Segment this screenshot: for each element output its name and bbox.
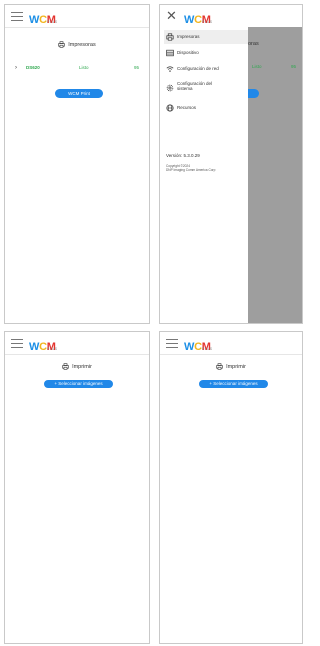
printer-list-item[interactable]: › DS620 Listo 95 <box>13 64 143 74</box>
top-bar: WCM PLUS <box>160 332 302 355</box>
top-bar: WCM PLUS <box>5 332 149 355</box>
printer-icon <box>62 363 69 370</box>
drawer-item-label: Recursos <box>177 105 197 110</box>
printers-screen: WCM PLUS Impresoras › DS620 Listo 95 WCM… <box>4 4 150 324</box>
close-icon[interactable]: ✕ <box>166 9 177 22</box>
top-bar: WCM PLUS <box>5 5 149 28</box>
device-icon <box>166 49 174 57</box>
drawer-item-printers[interactable]: Impresoras <box>164 30 248 44</box>
drawer-scrim[interactable] <box>248 27 302 323</box>
drawer-item-label: Configuración de red <box>177 66 219 71</box>
printer-icon <box>216 363 223 370</box>
print-screen: WCM PLUS Imprimir + Seleccionar imágenes <box>4 331 150 644</box>
settings-icon <box>166 84 174 92</box>
drawer-item-label: Configuración del sistema <box>177 81 213 91</box>
page-title: Impresoras <box>5 41 149 48</box>
top-bar: ✕ WCM PLUS <box>160 5 302 28</box>
page-title: Imprimir <box>160 363 302 370</box>
drawer-item-label: Dispositivo <box>177 50 199 55</box>
menu-icon[interactable] <box>166 339 178 348</box>
print-screen-2: WCM PLUS Imprimir + Seleccionar imágenes <box>159 331 303 644</box>
printer-icon <box>166 33 174 41</box>
drawer-item-resources[interactable]: Recursos <box>164 101 248 115</box>
nav-drawer: Impresoras Dispositivo Configuración de … <box>160 27 248 323</box>
select-images-button[interactable]: + Seleccionar imágenes <box>44 380 113 388</box>
drawer-item-label: Impresoras <box>177 34 200 39</box>
drawer-item-device[interactable]: Dispositivo <box>164 46 248 60</box>
menu-icon[interactable] <box>11 12 23 21</box>
wcm-plus-logo: WCM PLUS <box>29 341 58 353</box>
wcm-print-button[interactable]: WCM Print <box>55 89 103 98</box>
printer-name: DS620 <box>26 65 40 70</box>
printer-status: Listo <box>79 65 89 70</box>
wcm-plus-logo: WCM PLUS <box>184 14 213 26</box>
menu-icon[interactable] <box>11 339 23 348</box>
copyright: Copyright ©2024 DNP Imaging Comm America… <box>166 164 216 172</box>
background-title: oras <box>248 41 259 47</box>
globe-icon <box>166 104 174 112</box>
printer-ribbon-percent: 95 <box>133 65 139 70</box>
app-version: Versión: 5.3.0.29 <box>166 153 200 158</box>
page-title: Imprimir <box>5 363 149 370</box>
drawer-item-system[interactable]: Configuración del sistema <box>164 79 248 97</box>
drawer-item-network[interactable]: Configuración de red <box>164 62 248 76</box>
select-images-button[interactable]: + Seleccionar imágenes <box>199 380 268 388</box>
drawer-open-screen: ✕ WCM PLUS oras Listo 95 Impresoras Dispo… <box>159 4 303 324</box>
wifi-icon <box>166 66 174 72</box>
printer-icon <box>58 41 65 48</box>
wcm-plus-logo: WCM PLUS <box>29 14 58 26</box>
background-button <box>248 89 259 98</box>
chevron-right-icon[interactable]: › <box>15 64 17 72</box>
wcm-plus-logo: WCM PLUS <box>184 341 213 353</box>
